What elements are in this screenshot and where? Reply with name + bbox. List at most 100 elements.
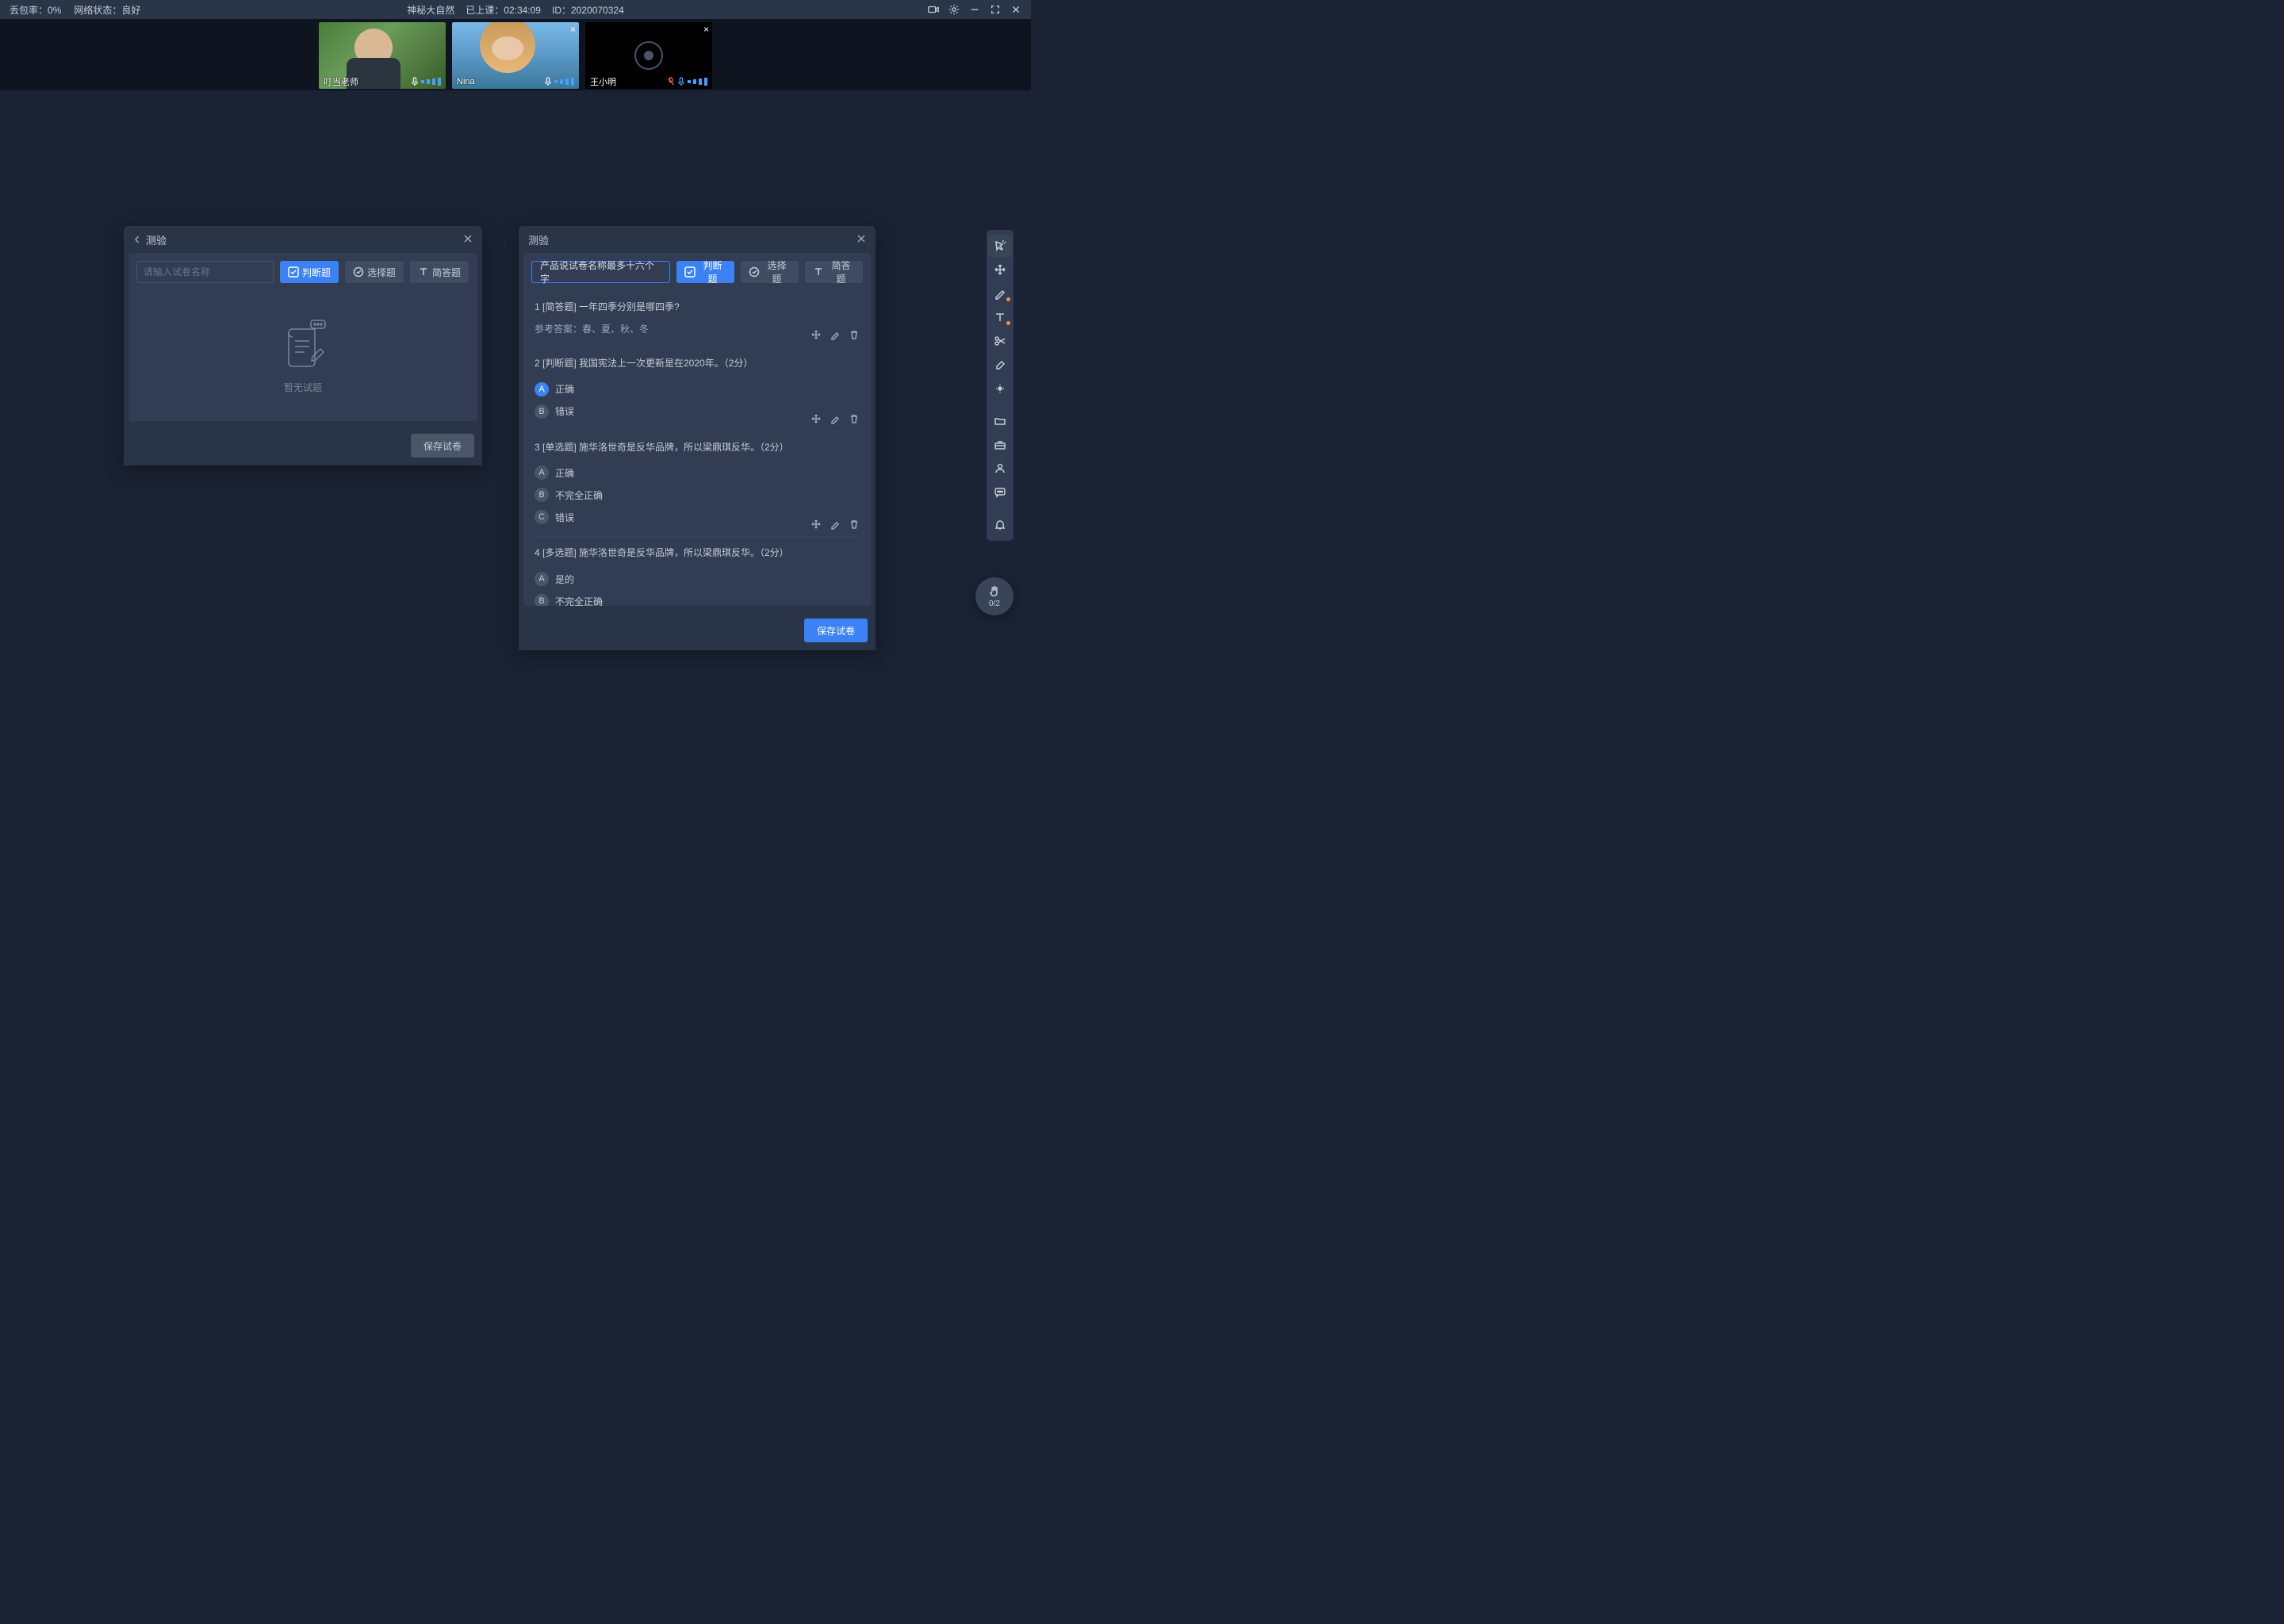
option-text: 正确 [555,382,574,396]
option-text: 正确 [555,466,574,480]
tool-pen[interactable] [988,282,1012,304]
question-option[interactable]: A 正确 [535,462,860,484]
session-id: ID：2020070324 [552,3,624,17]
judge-icon [684,266,696,278]
question-list[interactable]: 1 [简答题] 一年四季分别是哪四季?参考答案：春、夏、秋、冬2 [判断题] 我… [523,291,871,606]
tool-toolbox[interactable] [988,434,1012,456]
btn-choice-question[interactable]: 选择题 [741,261,799,283]
hand-count: 0/2 [989,599,1000,608]
choice-icon [749,266,760,278]
delete-icon[interactable] [849,329,860,340]
text-icon [418,266,429,278]
panel-close-icon[interactable] [856,234,866,246]
quiz-panel-empty: 测验 判断题 选择题 简答题 [124,226,482,465]
question-option[interactable]: A 正确 [535,378,860,400]
question-title: 1 [简答题] 一年四季分别是哪四季? [535,301,860,314]
camera-off-icon [634,41,663,70]
save-quiz-button[interactable]: 保存试卷 [411,434,474,458]
empty-state: 暂无试题 [128,291,477,421]
btn-short-answer[interactable]: 简答题 [410,261,469,283]
question-item: 1 [简答题] 一年四季分别是哪四季?参考答案：春、夏、秋、冬 [535,291,860,347]
tool-eraser[interactable] [988,354,1012,376]
delete-icon[interactable] [849,413,860,424]
question-title: 4 [多选题] 施华洛世奇是反华品牌，所以梁鼎琪反华。（2分） [535,546,860,560]
tool-text[interactable] [988,306,1012,328]
option-letter: B [535,404,549,419]
choice-icon [353,266,364,278]
option-text: 是的 [555,573,574,586]
move-icon[interactable] [811,413,822,424]
mic-on-icon [411,77,419,86]
option-text: 错误 [555,404,574,418]
question-item: 4 [多选题] 施华洛世奇是反华品牌，所以梁鼎琪反华。（2分） A 是的 B 不完全正确… [535,537,860,606]
elapsed-time: 已上课：02:34:09 [466,3,541,17]
question-title: 3 [单选题] 施华洛世奇是反华品牌，所以梁鼎琪反华。（2分） [535,441,860,454]
video-name: Nina [457,77,475,86]
record-icon[interactable] [928,4,939,15]
panel-title: 测验 [528,232,549,247]
option-text: 不完全正确 [555,488,603,502]
option-letter: A [535,382,549,396]
mic-on-icon [544,77,552,86]
video-tile-camera-off[interactable]: × 王小明 [585,22,712,89]
tool-bell[interactable] [988,514,1012,536]
edit-icon[interactable] [830,329,841,340]
question-option[interactable]: B 不完全正确 [535,590,860,606]
move-icon[interactable] [811,519,822,530]
tool-scissors[interactable] [988,330,1012,352]
option-letter: B [535,488,549,502]
empty-scroll-icon [279,319,327,374]
edit-icon[interactable] [830,519,841,530]
settings-icon[interactable] [948,4,960,15]
packet-loss: 丢包率：0% [10,3,61,17]
tool-folder[interactable] [988,410,1012,432]
whiteboard-toolbar [987,230,1014,541]
option-letter: B [535,594,549,606]
empty-text: 暂无试题 [284,381,322,394]
delete-icon[interactable] [849,519,860,530]
panel-close-icon[interactable] [463,234,473,246]
btn-short-answer[interactable]: 简答题 [805,261,863,283]
option-letter: A [535,465,549,480]
top-status-bar: 丢包率：0% 网络状态：良好 神秘大自然 已上课：02:34:09 ID：202… [0,0,1031,19]
video-strip: 叮当老师 × Nina × 王小明 [0,19,1031,90]
btn-judge-question[interactable]: 判断题 [280,261,339,283]
judge-icon [288,266,299,278]
video-name: 王小明 [590,75,616,88]
minimize-icon[interactable] [969,4,980,15]
btn-choice-question[interactable]: 选择题 [345,261,404,283]
tool-move[interactable] [988,259,1012,281]
video-tile-teacher[interactable]: 叮当老师 [319,22,446,89]
mic-icon [677,77,685,86]
quiz-name-input[interactable] [136,261,274,283]
option-text: 错误 [555,511,574,524]
video-tile-student[interactable]: × Nina [452,22,579,89]
option-text: 不完全正确 [555,595,603,606]
move-icon[interactable] [811,329,822,340]
option-letter: A [535,572,549,586]
question-option[interactable]: A 是的 [535,568,860,590]
question-item: 2 [判断题] 我国宪法上一次更新是在2020年。（2分）A正确B错误 [535,347,860,431]
video-close-icon[interactable]: × [703,24,709,35]
tool-chat[interactable] [988,481,1012,504]
tool-cursor[interactable] [988,235,1012,257]
video-close-icon[interactable]: × [570,24,576,35]
quiz-panel-filled: 测验 产品说试卷名称最多十六个字 判断题 选择题 简答题 1 [简答题] 一年四… [519,226,876,650]
btn-judge-question[interactable]: 判断题 [676,261,734,283]
maximize-icon[interactable] [990,4,1001,15]
video-name: 叮当老师 [324,75,358,88]
save-quiz-button[interactable]: 保存试卷 [804,619,868,642]
question-option[interactable]: B 不完全正确 [535,484,860,506]
close-window-icon[interactable] [1010,4,1021,15]
edit-icon[interactable] [830,413,841,424]
quiz-name-tag[interactable]: 产品说试卷名称最多十六个字 [531,261,670,283]
back-icon[interactable] [133,234,141,246]
question-item: 3 [单选题] 施华洛世奇是反华品牌，所以梁鼎琪反华。（2分） A 正确 B 不完全正确… [535,431,860,538]
panel-title: 测验 [146,232,167,247]
option-letter: C [535,510,549,524]
hand-raise-button[interactable]: 0/2 [975,577,1014,615]
tool-laser[interactable] [988,377,1012,400]
network-status: 网络状态：良好 [74,3,140,17]
text-icon [813,266,824,278]
tool-users[interactable] [988,458,1012,480]
